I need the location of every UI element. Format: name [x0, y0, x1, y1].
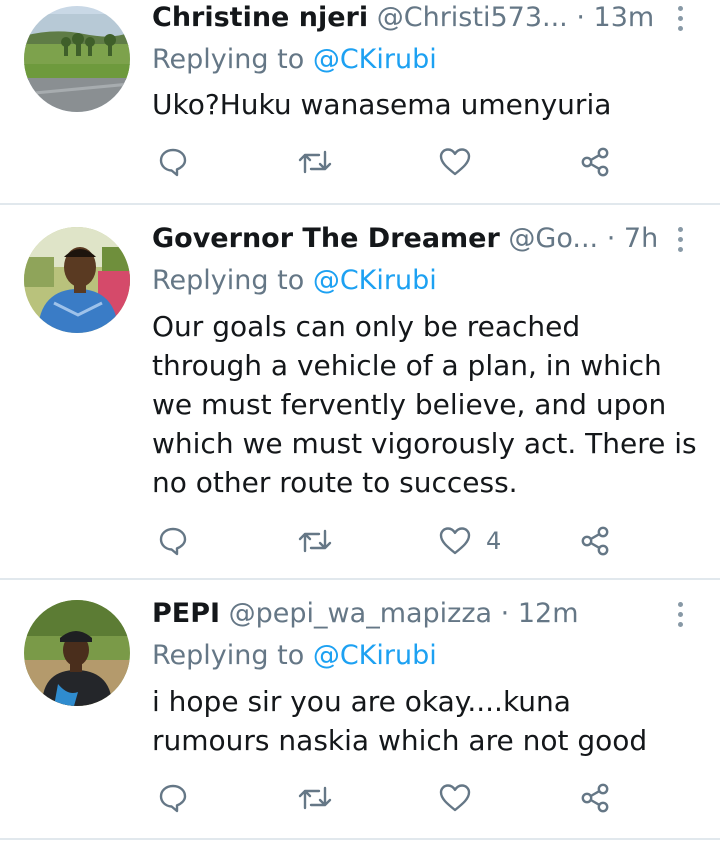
replying-to-label: Replying to [152, 265, 313, 296]
mention-link[interactable]: @CKirubi [313, 265, 437, 296]
avatar[interactable] [24, 600, 130, 706]
heart-icon [439, 148, 471, 176]
tweet-header: PEPI @pepi_wa_mapizza · 12m [152, 596, 660, 632]
retweet-button[interactable] [297, 519, 347, 563]
replying-to: Replying to @CKirubi [152, 638, 437, 674]
like-button[interactable] [438, 140, 486, 184]
tweet-3[interactable]: PEPI @pepi_wa_mapizza · 12m Replying to … [0, 580, 720, 838]
more-vertical-icon[interactable] [670, 0, 690, 36]
share-button[interactable] [579, 519, 611, 563]
user-handle[interactable]: @Go... [508, 223, 598, 254]
like-button[interactable] [438, 776, 486, 820]
like-button[interactable]: 4 [438, 519, 501, 563]
display-name[interactable]: PEPI [152, 598, 220, 629]
tweet-1[interactable]: Christine njeri @Christi573... · 13m Rep… [0, 0, 720, 204]
tweet-actions [0, 776, 720, 820]
tweet-actions: 4 [0, 519, 720, 563]
mention-link[interactable]: @CKirubi [313, 44, 437, 75]
mention-link[interactable]: @CKirubi [313, 640, 437, 671]
separator-dot: · [606, 223, 616, 254]
retweet-button[interactable] [297, 776, 347, 820]
reply-icon [159, 527, 187, 556]
share-button[interactable] [579, 776, 611, 820]
retweet-icon [298, 529, 332, 553]
share-icon [581, 526, 609, 556]
replying-to-label: Replying to [152, 44, 313, 75]
reply-button[interactable] [157, 776, 203, 820]
replying-to: Replying to @CKirubi [152, 263, 437, 299]
heart-icon [439, 784, 471, 812]
reply-button[interactable] [157, 519, 203, 563]
like-count: 4 [486, 527, 502, 555]
tweet-text: i hope sir you are okay....kuna rumours … [152, 685, 648, 757]
more-vertical-icon[interactable] [670, 221, 690, 257]
timestamp[interactable]: 13m [594, 2, 655, 33]
replies-feed: Christine njeri @Christi573... · 13m Rep… [0, 0, 720, 841]
tweet-2[interactable]: Governor The Dreamer @Go... · 7h Replyin… [0, 205, 720, 578]
tweet-text: Our goals can only be reached through a … [152, 310, 697, 499]
share-button[interactable] [579, 140, 611, 184]
tweet-text: Uko?Huku wanasema umenyuria [152, 88, 612, 121]
divider [0, 838, 720, 840]
avatar[interactable] [24, 227, 130, 333]
heart-icon [439, 527, 471, 555]
tweet-header: Christine njeri @Christi573... · 13m [152, 0, 660, 36]
reply-icon [159, 148, 187, 177]
reply-button[interactable] [157, 140, 203, 184]
replying-to: Replying to @CKirubi [152, 42, 437, 78]
share-icon [581, 147, 609, 177]
separator-dot: · [576, 2, 585, 33]
separator-dot: · [500, 598, 510, 629]
retweet-icon [298, 150, 332, 174]
timestamp[interactable]: 7h [624, 223, 658, 254]
replying-to-label: Replying to [152, 640, 313, 671]
retweet-icon [298, 786, 332, 810]
display-name[interactable]: Governor The Dreamer [152, 223, 500, 254]
share-icon [581, 783, 609, 813]
user-handle[interactable]: @Christi573... [377, 2, 568, 33]
retweet-button[interactable] [297, 140, 347, 184]
tweet-actions [0, 140, 720, 184]
tweet-header: Governor The Dreamer @Go... · 7h [152, 221, 660, 257]
display-name[interactable]: Christine njeri [152, 2, 368, 33]
reply-icon [159, 784, 187, 813]
avatar[interactable] [24, 6, 130, 112]
user-handle[interactable]: @pepi_wa_mapizza [229, 598, 492, 629]
more-vertical-icon[interactable] [670, 596, 690, 632]
timestamp[interactable]: 12m [518, 598, 579, 629]
